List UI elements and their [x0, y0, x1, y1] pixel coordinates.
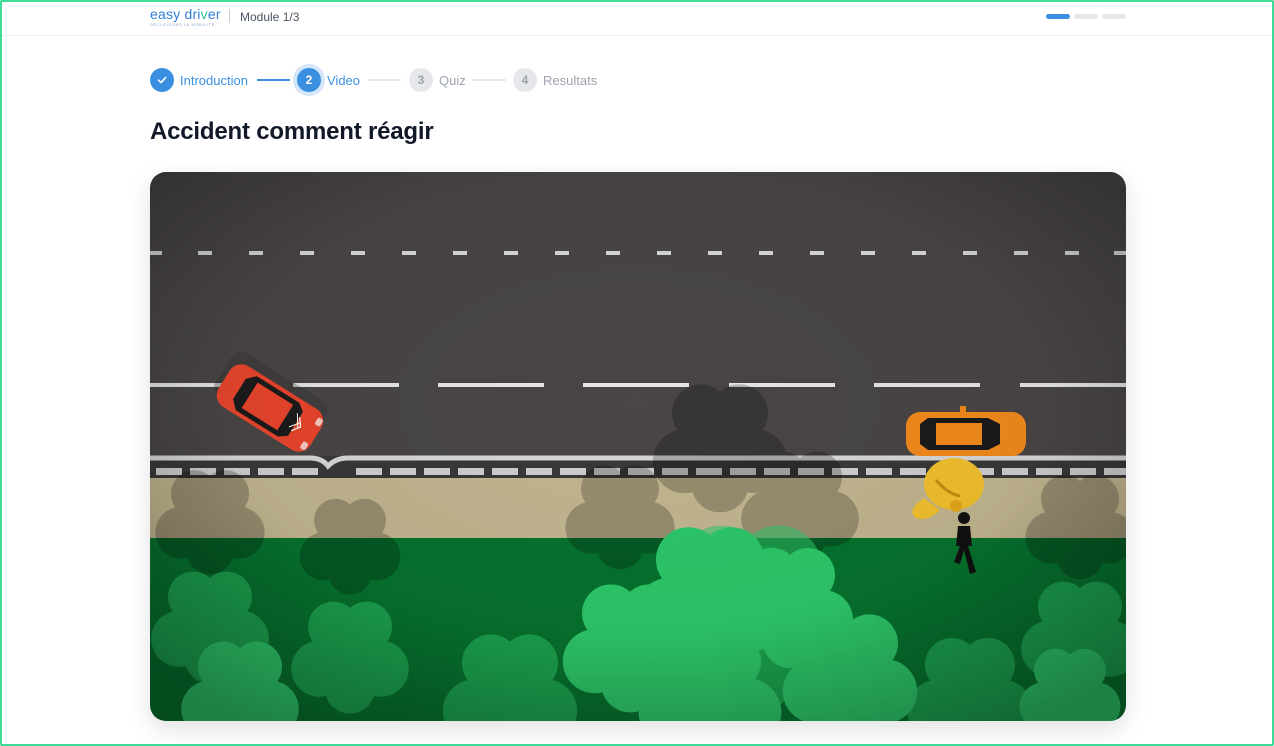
check-icon — [150, 68, 174, 92]
step-number: 4 — [513, 68, 537, 92]
top-header: easy driver DÉCLOISONS LA MOBILITÉ Modul… — [0, 0, 1274, 36]
step-video[interactable]: 2 Video — [297, 68, 360, 92]
logo-text-v: v — [200, 6, 208, 22]
module-label: Module 1/3 — [240, 10, 300, 24]
step-label: Video — [327, 72, 361, 88]
logo-text-end: er — [207, 6, 221, 22]
video-player[interactable] — [150, 172, 1126, 721]
step-label: Quiz — [439, 72, 466, 88]
step-introduction[interactable]: Introduction — [150, 68, 248, 92]
step-label: Resultats — [543, 72, 598, 88]
step-number: 3 — [409, 68, 433, 92]
step-number: 2 — [297, 68, 321, 92]
video-vignette — [150, 172, 1126, 721]
step-connector — [368, 79, 401, 81]
logo-text: easy dri — [150, 6, 201, 22]
progress-segment — [1102, 14, 1126, 19]
progress-segment — [1074, 14, 1098, 19]
progress-segment — [1046, 14, 1070, 19]
module-progress — [1046, 14, 1126, 19]
accident-scene-illustration — [150, 172, 1126, 721]
easy-driver-logo[interactable]: easy driver DÉCLOISONS LA MOBILITÉ — [150, 6, 221, 28]
step-quiz[interactable]: 3 Quiz — [409, 68, 466, 92]
step-connector — [473, 79, 506, 81]
logo-tagline: DÉCLOISONS LA MOBILITÉ — [150, 22, 215, 27]
page-title: Accident comment réagir — [150, 118, 434, 145]
step-connector — [257, 79, 290, 81]
step-resultats[interactable]: 4 Resultats — [513, 68, 597, 92]
step-label: Introduction — [180, 72, 248, 88]
header-divider — [229, 9, 230, 23]
